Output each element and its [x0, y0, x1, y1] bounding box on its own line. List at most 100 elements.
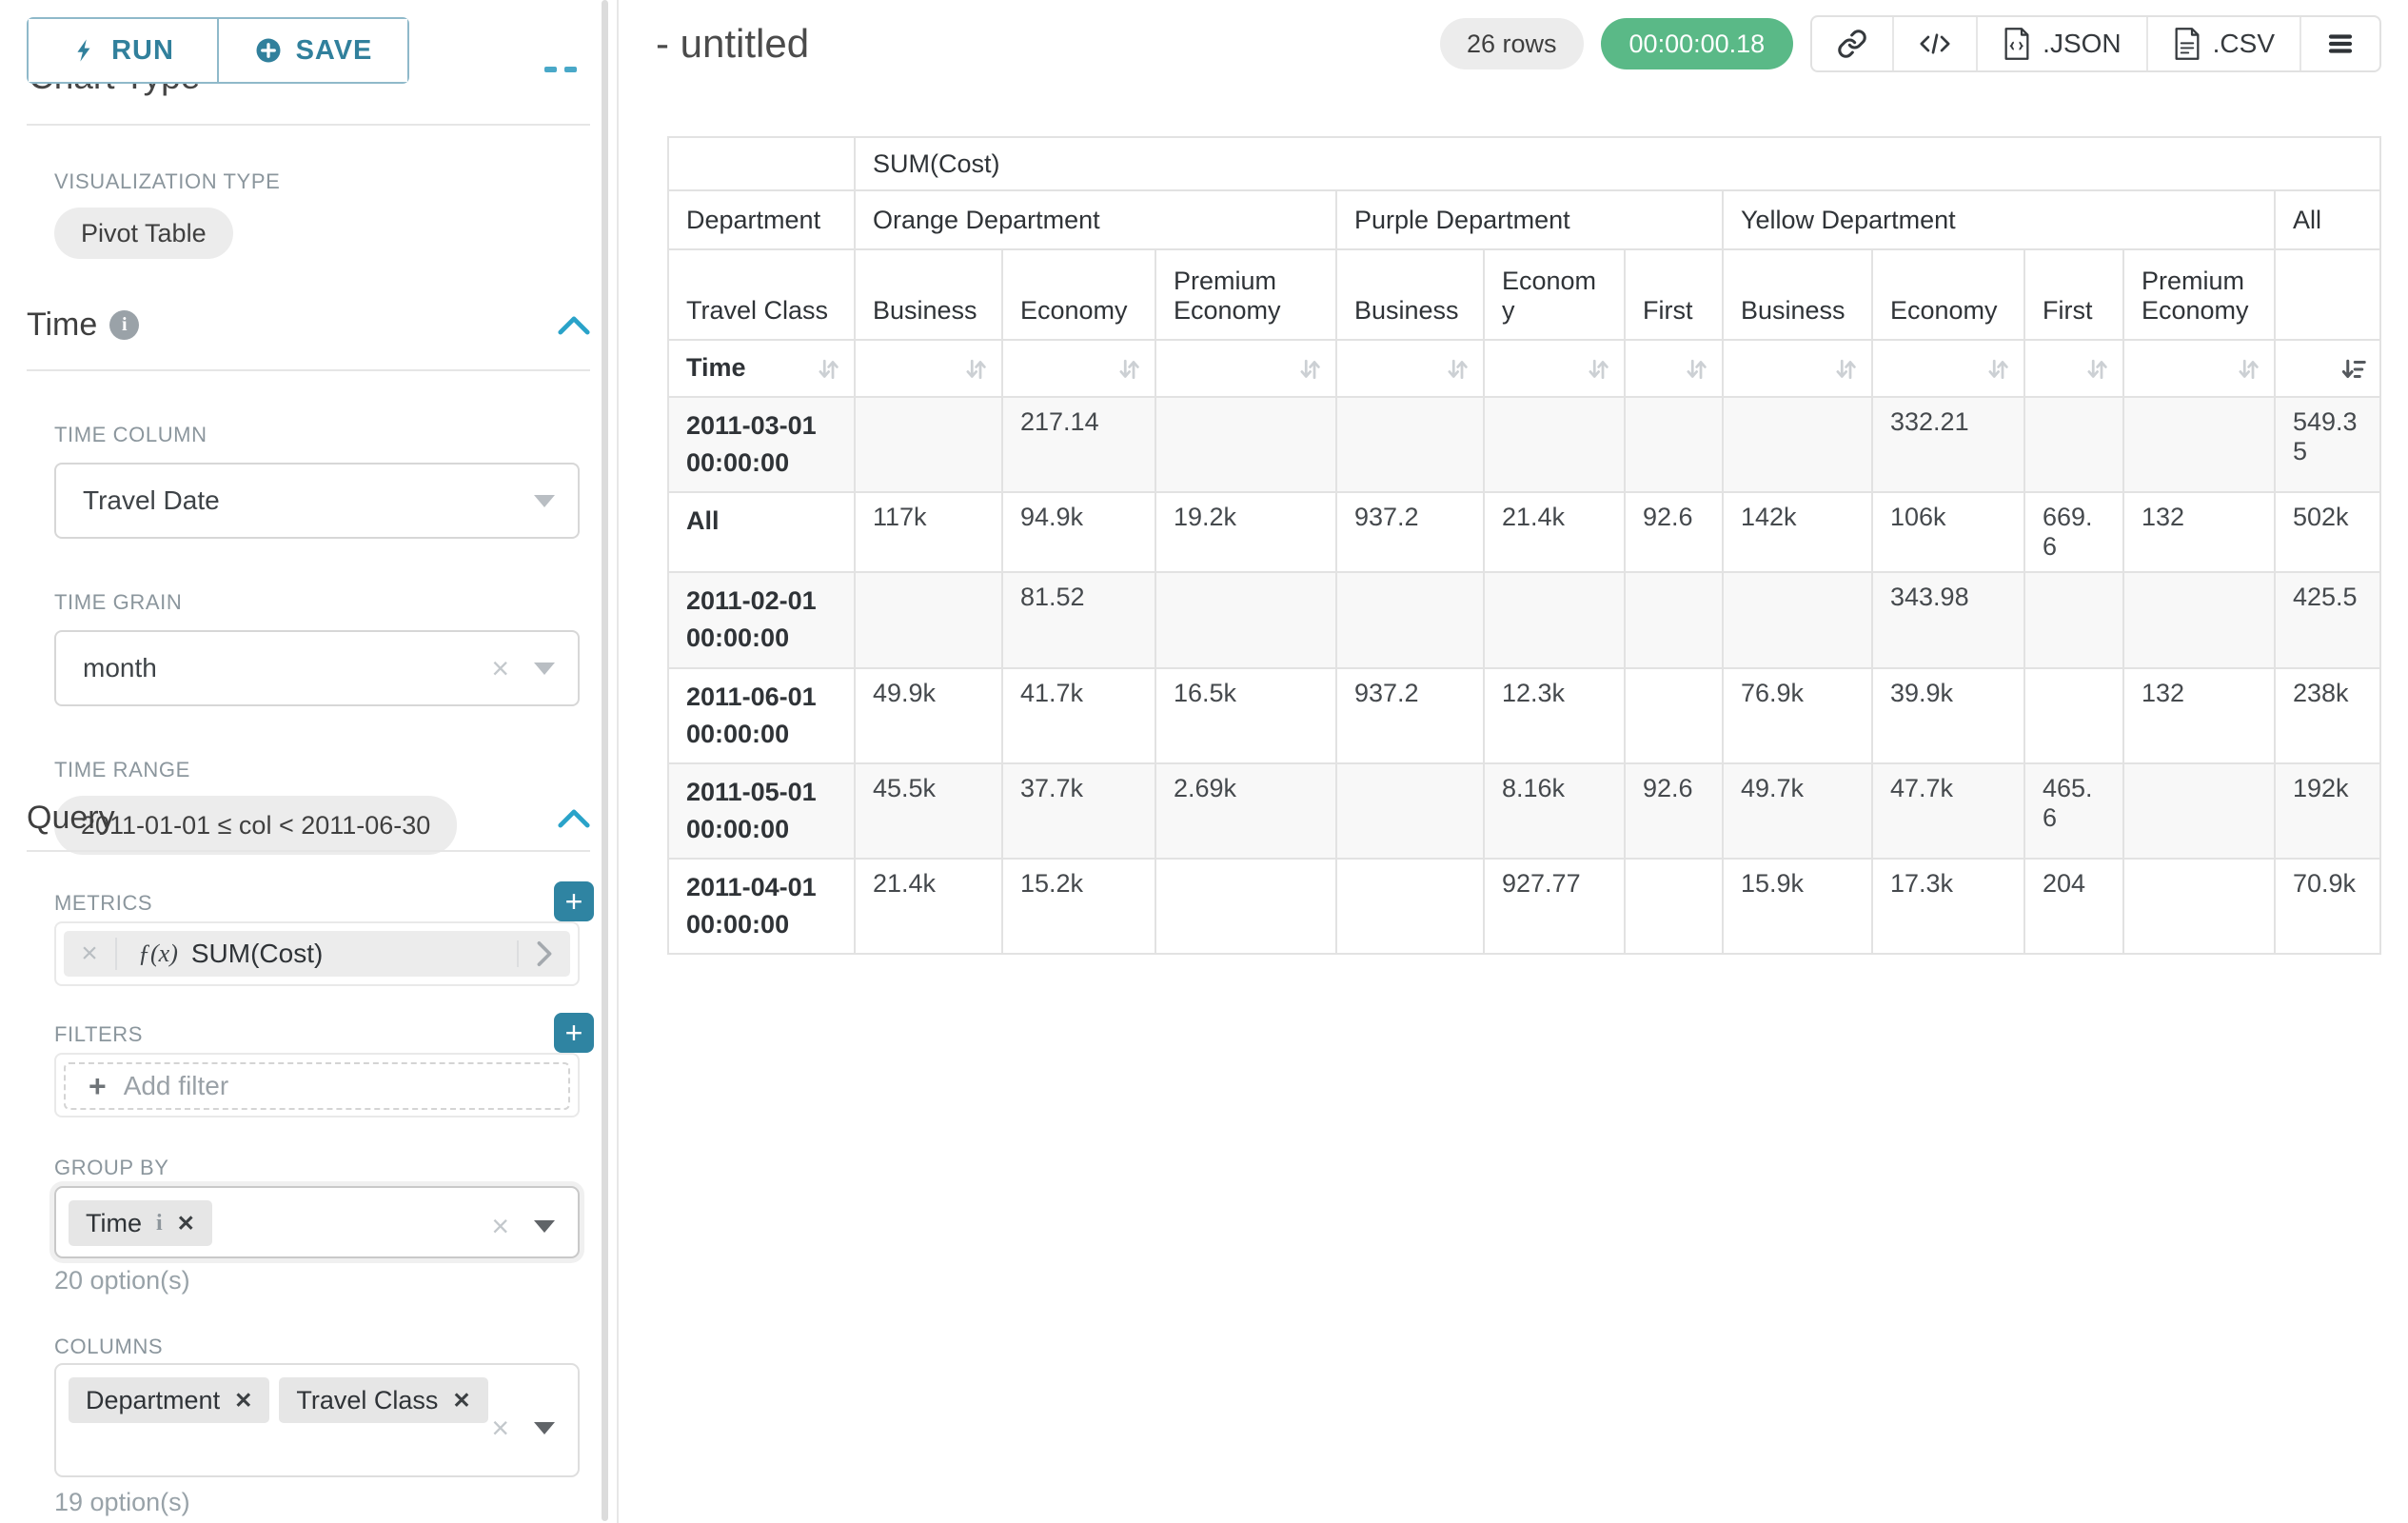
pivot-value: 343.98: [1872, 572, 2024, 667]
remove-tag-icon[interactable]: ✕: [452, 1388, 470, 1414]
sort-toggle[interactable]: [1484, 340, 1625, 397]
add-filter-button[interactable]: +: [554, 1013, 594, 1053]
remove-metric-icon[interactable]: ×: [64, 938, 117, 970]
department-axis-label: Department: [668, 190, 855, 249]
clear-icon[interactable]: ×: [491, 1411, 509, 1446]
pivot-value: 15.9k: [1723, 859, 1872, 954]
pivot-value: 21.4k: [1484, 492, 1625, 572]
time-column-label: TIME COLUMN: [54, 423, 207, 447]
sort-toggle[interactable]: [1336, 340, 1484, 397]
travel-class-header: Business: [1723, 249, 1872, 340]
function-icon: ƒ(x): [138, 940, 178, 968]
add-filter-dropzone[interactable]: + Add filter: [64, 1062, 570, 1110]
travel-class-axis-label: Travel Class: [668, 249, 855, 340]
pivot-value: [1723, 397, 1872, 492]
pivot-value: [1336, 397, 1484, 492]
pivot-value: [1336, 572, 1484, 667]
travel-class-header: First: [2024, 249, 2123, 340]
filters-label: FILTERS: [54, 1022, 143, 1047]
pivot-value: [855, 397, 1002, 492]
row-count-badge: 26 rows: [1440, 18, 1584, 69]
pivot-value: 92.6: [1625, 763, 1723, 859]
pivot-value: [1155, 859, 1336, 954]
pivot-value: 16.5k: [1155, 668, 1336, 763]
sort-toggle[interactable]: [2275, 340, 2380, 397]
json-button-label: .JSON: [2043, 29, 2121, 59]
pivot-table: SUM(Cost) Department Orange Department P…: [667, 136, 2381, 955]
metrics-label: METRICS: [54, 891, 152, 916]
embed-code-button[interactable]: [1892, 17, 1976, 70]
pivot-value: 927.77: [1484, 859, 1625, 954]
clear-icon[interactable]: ×: [491, 651, 509, 686]
pivot-value: [1625, 668, 1723, 763]
metrics-field: × ƒ(x) SUM(Cost): [54, 921, 580, 986]
remove-tag-icon[interactable]: ✕: [234, 1388, 252, 1414]
info-icon: i: [156, 1211, 163, 1236]
columns-tag[interactable]: Travel Class ✕: [279, 1377, 487, 1423]
chevron-right-icon[interactable]: [517, 940, 570, 967]
pivot-value: [1625, 572, 1723, 667]
pivot-value: [1625, 859, 1723, 954]
table-row: 2011-05-01 00:00:0045.5k37.7k2.69k8.16k9…: [668, 763, 2380, 859]
caret-down-icon[interactable]: [534, 663, 555, 675]
table-row: 2011-03-01 00:00:00217.14332.21549.35: [668, 397, 2380, 492]
sort-icon: [1584, 355, 1612, 384]
sort-descending-icon: [2339, 355, 2368, 384]
time-column-select[interactable]: Travel Date: [54, 463, 580, 539]
columns-tag[interactable]: Department ✕: [69, 1377, 269, 1423]
metric-pill[interactable]: × ƒ(x) SUM(Cost): [64, 931, 570, 977]
plus-circle-icon: [254, 36, 283, 65]
time-row-header[interactable]: Time: [668, 340, 855, 397]
group-by-select[interactable]: Time i ✕ ×: [54, 1186, 580, 1258]
sort-toggle[interactable]: [2024, 340, 2123, 397]
time-column-value: Travel Date: [83, 485, 220, 516]
metric-name: SUM(Cost): [191, 939, 323, 969]
chart-title: - untitled: [656, 21, 809, 67]
corner-cell: [668, 137, 855, 190]
save-button[interactable]: SAVE: [217, 19, 407, 82]
pivot-value: 192k: [2275, 763, 2380, 859]
columns-label: COLUMNS: [54, 1335, 163, 1359]
panel-scrollbar[interactable]: [602, 0, 608, 1521]
group-by-tag[interactable]: Time i ✕: [69, 1200, 212, 1246]
run-button[interactable]: RUN: [29, 19, 217, 82]
clipped-icon: [564, 67, 577, 72]
pivot-value: 70.9k: [2275, 859, 2380, 954]
sort-toggle[interactable]: [1155, 340, 1336, 397]
divider: [27, 369, 590, 371]
travel-class-header-row: Travel Class BusinessEconomyPremium Econ…: [668, 249, 2380, 340]
columns-select[interactable]: Department ✕ Travel Class ✕ ×: [54, 1363, 580, 1477]
time-section-title: Time: [27, 307, 97, 344]
caret-down-icon[interactable]: [534, 1220, 555, 1233]
chevron-up-icon[interactable]: [558, 315, 590, 336]
sort-toggle[interactable]: [855, 340, 1002, 397]
pivot-value: 465.6: [2024, 763, 2123, 859]
sort-toggle[interactable]: [2123, 340, 2275, 397]
pivot-value: 332.21: [1872, 397, 2024, 492]
more-options-button[interactable]: [2299, 17, 2379, 70]
sort-icon: [961, 355, 990, 384]
sort-toggle[interactable]: [1002, 340, 1155, 397]
sort-icon: [2082, 355, 2111, 384]
time-grain-select[interactable]: month ×: [54, 630, 580, 706]
share-link-button[interactable]: [1812, 17, 1892, 70]
sort-toggle[interactable]: [1872, 340, 2024, 397]
caret-down-icon[interactable]: [534, 1422, 555, 1434]
sort-toggle[interactable]: [1625, 340, 1723, 397]
remove-tag-icon[interactable]: ✕: [177, 1211, 195, 1236]
divider: [27, 850, 590, 852]
add-metric-button[interactable]: +: [554, 881, 594, 921]
travel-class-header: Business: [855, 249, 1002, 340]
export-csv-button[interactable]: .CSV: [2146, 17, 2299, 70]
pivot-value: 549.35: [2275, 397, 2380, 492]
export-json-button[interactable]: .JSON: [1976, 17, 2145, 70]
clear-icon[interactable]: ×: [491, 1209, 509, 1244]
sort-toggle[interactable]: [1723, 340, 1872, 397]
superset-explore-view: Chart Type RUN SAVE VISUALIZATION TYPE P…: [0, 0, 2408, 1523]
pivot-value: 937.2: [1336, 492, 1484, 572]
metric-header: SUM(Cost): [855, 137, 2380, 190]
chart-area: - untitled 26 rows 00:00:00.18 .JSON .CS…: [621, 0, 2408, 1523]
visualization-type-pill[interactable]: Pivot Table: [54, 208, 233, 259]
caret-down-icon[interactable]: [534, 495, 555, 507]
chevron-up-icon[interactable]: [558, 808, 590, 829]
